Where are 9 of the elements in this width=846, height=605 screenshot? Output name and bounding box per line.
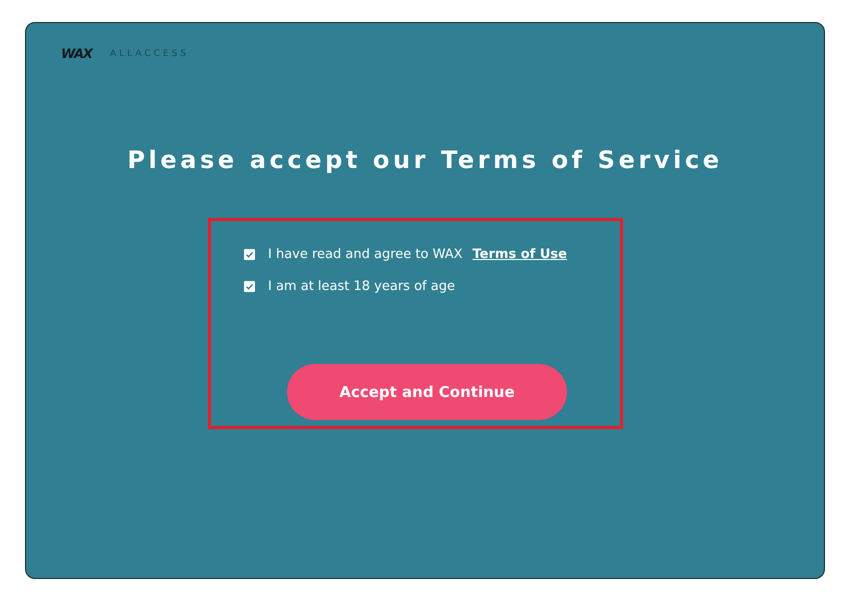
accept-button[interactable]: Accept and Continue: [287, 364, 567, 420]
page-title: Please accept our Terms of Service: [126, 145, 724, 175]
agreement-label: I am at least 18 years of age: [268, 278, 455, 294]
logo: WAX: [61, 46, 92, 62]
checkbox[interactable]: [244, 248, 255, 260]
agreement-label: I have read and agree to WAX: [268, 246, 463, 262]
checkbox[interactable]: [244, 280, 255, 292]
terms-link[interactable]: Terms of Use: [472, 246, 567, 262]
product-name: ALLACCESS: [110, 49, 190, 59]
